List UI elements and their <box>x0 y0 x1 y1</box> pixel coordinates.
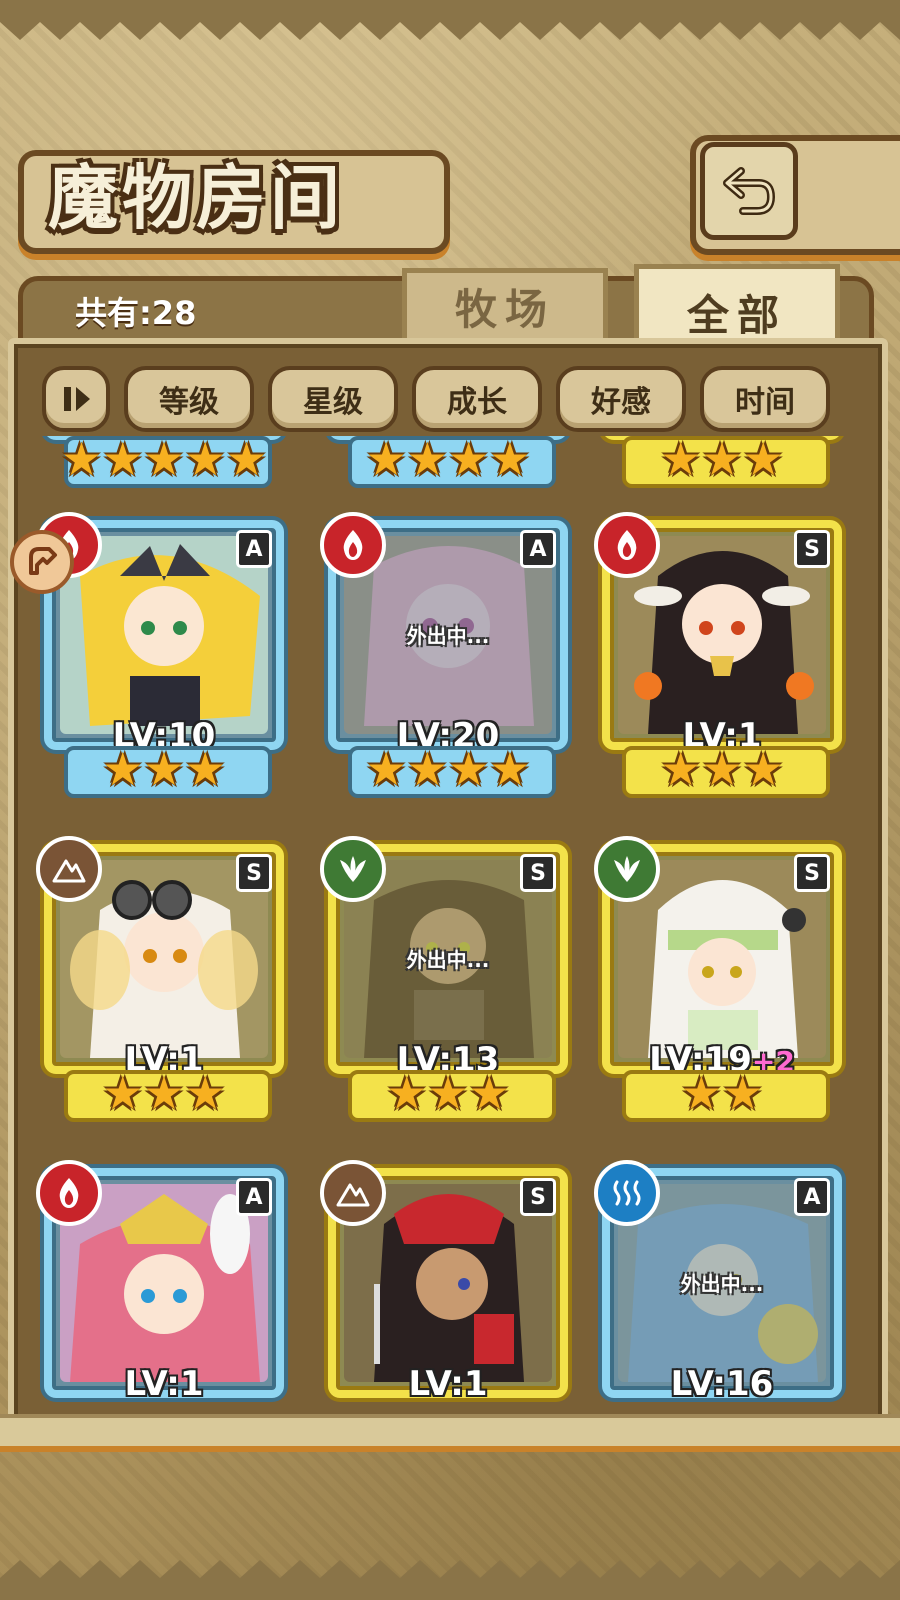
monster-card[interactable]: A LV:1 <box>36 1160 284 1402</box>
rank-badge: S <box>236 854 272 892</box>
star-rating: ★★★ <box>660 742 784 796</box>
grass-element-icon <box>320 836 386 902</box>
back-button[interactable] <box>700 142 798 240</box>
level-value: LV:16 <box>670 1364 774 1402</box>
star-rating: ★★★★ <box>365 436 531 486</box>
away-status: 外出中... <box>680 1272 764 1296</box>
level-label: LV:1 <box>328 1364 568 1402</box>
earth-element-icon <box>36 836 102 902</box>
away-status: 外出中... <box>406 624 490 648</box>
level-label: LV:1 <box>44 1364 284 1402</box>
level-value: LV:1 <box>124 1364 204 1402</box>
fire-element-icon <box>36 1160 102 1226</box>
monster-card-partial[interactable]: ★★★★ <box>328 436 568 488</box>
return-arrow-icon <box>723 167 775 215</box>
rank-badge: A <box>520 530 556 568</box>
monster-card[interactable]: S LV:1 <box>320 1160 568 1402</box>
fire-element-icon <box>594 512 660 578</box>
rank-badge: S <box>520 854 556 892</box>
monster-card-partial[interactable]: ★★★★★ <box>44 436 284 488</box>
monster-card[interactable]: S LV:1 ★★★ <box>594 512 842 798</box>
sort-by-level-button[interactable]: 等级 <box>124 366 254 432</box>
sort-by-growth-button[interactable]: 成长 <box>412 366 542 432</box>
water-element-icon <box>594 1160 660 1226</box>
monster-count: 共有:28 <box>75 294 197 332</box>
page-title: 魔物房间 <box>48 156 344 239</box>
rank-badge: A <box>236 530 272 568</box>
monster-card[interactable]: A 外出中... LV:16 <box>594 1160 842 1402</box>
earth-element-icon <box>320 1160 386 1226</box>
monster-card[interactable]: S LV:1 ★★★ <box>36 836 284 1122</box>
tab-ranch[interactable]: 牧场 <box>402 268 608 344</box>
level-value: LV:1 <box>408 1364 488 1402</box>
monster-card[interactable]: A 外出中... LV:20 ★★★★ <box>320 512 568 798</box>
rank-badge: A <box>794 1178 830 1216</box>
panel-bottom-frame <box>0 1414 900 1452</box>
level-label: LV:16 <box>602 1364 842 1402</box>
rank-badge: S <box>520 1178 556 1216</box>
star-rating: ★★★ <box>386 1066 510 1120</box>
star-rating: ★★★ <box>102 742 226 796</box>
star-rating: ★★★★★ <box>60 436 268 486</box>
star-rating: ★★ <box>680 1066 764 1120</box>
monster-card[interactable]: A LV:10 ★★★ <box>36 512 284 798</box>
monster-grid: ★★★★★ ★★★★ ★★★ A LV:10 ★★★ A 外出中... LV:2… <box>32 436 868 1402</box>
bottom-zigzag-border <box>0 1560 900 1600</box>
star-rating: ★★★★ <box>365 742 531 796</box>
away-status: 外出中... <box>406 948 490 972</box>
star-rating: ★★★ <box>102 1066 226 1120</box>
sort-by-affection-button[interactable]: 好感 <box>556 366 686 432</box>
sort-order-toggle-button[interactable] <box>42 366 110 432</box>
star-rating: ★★★ <box>660 436 784 486</box>
rank-badge: A <box>236 1178 272 1216</box>
rank-badge: S <box>794 530 830 568</box>
lock-toggle-icon[interactable] <box>10 530 74 594</box>
monster-card-partial[interactable]: ★★★ <box>602 436 842 488</box>
rank-badge: S <box>794 854 830 892</box>
sort-toggle-icon <box>64 387 90 411</box>
fire-element-icon <box>320 512 386 578</box>
sort-by-time-button[interactable]: 时间 <box>700 366 830 432</box>
monster-card[interactable]: S LV:19+2 ★★ <box>594 836 842 1122</box>
monster-card[interactable]: S 外出中... LV:13 ★★★ <box>320 836 568 1122</box>
sort-by-stars-button[interactable]: 星级 <box>268 366 398 432</box>
top-zigzag-border <box>0 0 900 40</box>
grass-element-icon <box>594 836 660 902</box>
